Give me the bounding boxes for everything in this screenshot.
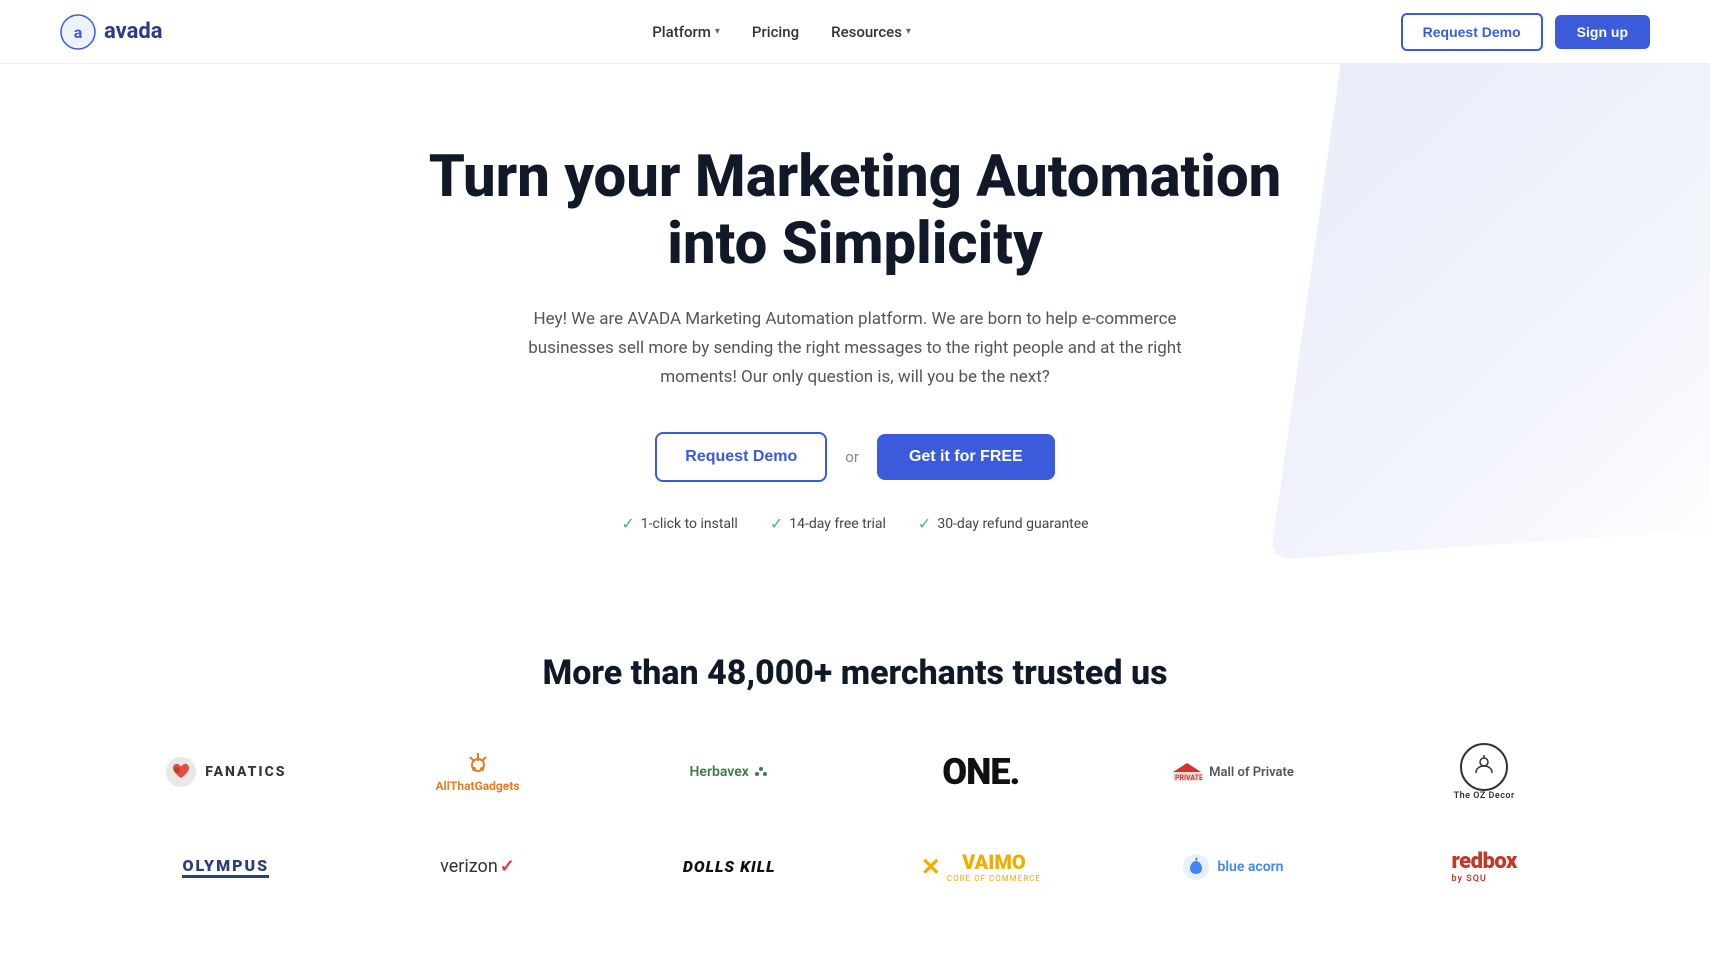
nav-signup-button[interactable]: Sign up — [1555, 15, 1650, 49]
platform-chevron-icon: ▾ — [715, 26, 720, 37]
ozdecor-circle-icon — [1460, 743, 1508, 791]
check-trial-icon: ✓ — [770, 514, 783, 533]
mall-label: Mall of Private — [1209, 765, 1294, 780]
fanatics-heart-icon — [165, 756, 197, 788]
logo[interactable]: a avada — [60, 14, 163, 50]
nav-resources[interactable]: Resources ▾ — [819, 15, 923, 49]
logo-ozdecor: The OZ Decor — [1358, 743, 1610, 801]
fanatics-label: FANATICS — [205, 764, 286, 780]
nav-links: Platform ▾ Pricing Resources ▾ — [640, 15, 923, 49]
badge-refund: ✓ 30-day refund guarantee — [918, 514, 1089, 533]
logo-verizon: verizon ✓ — [352, 856, 604, 877]
mall-icon: PRIVATE — [1171, 762, 1203, 782]
ozdecor-inner-icon — [1470, 753, 1498, 781]
hero-cta-group: Request Demo or Get it for FREE — [20, 432, 1690, 482]
hero-request-demo-button[interactable]: Request Demo — [655, 432, 827, 482]
verizon-label: verizon — [440, 856, 498, 877]
check-refund-icon: ✓ — [918, 514, 931, 533]
hero-get-free-button[interactable]: Get it for FREE — [877, 434, 1055, 480]
redbox-main-label: redbox — [1452, 849, 1517, 874]
logo-allthat: AllThatGadgets — [352, 751, 604, 793]
logo-redbox: redbox by SQU — [1358, 849, 1610, 884]
olympus-label: OLYMPUS — [182, 856, 269, 878]
hero-subtitle: Hey! We are AVADA Marketing Automation p… — [515, 305, 1195, 392]
hero-badges: ✓ 1-click to install ✓ 14-day free trial… — [20, 514, 1690, 533]
logo-olympus: OLYMPUS — [100, 856, 352, 878]
logo-vaimo: ✕ VAIMO CORE OF COMMERCE — [855, 850, 1107, 883]
svg-text:PRIVATE: PRIVATE — [1175, 774, 1203, 782]
check-install-icon: ✓ — [621, 514, 634, 533]
svg-text:a: a — [74, 23, 83, 42]
logo-text: avada — [104, 19, 163, 44]
hero-or-text: or — [845, 448, 859, 466]
badge-install: ✓ 1-click to install — [621, 514, 737, 533]
logo-dolls: DOLLS KILL — [603, 857, 855, 876]
allthat-icon — [464, 751, 492, 779]
navbar: a avada Platform ▾ Pricing Resources ▾ R… — [0, 0, 1710, 64]
verizon-checkmark-icon: ✓ — [500, 856, 515, 877]
logos-row-1: FANATICS AllThatGadgets Herbavex — [80, 743, 1630, 801]
dollskill-label: DOLLS KILL — [683, 857, 776, 876]
hero-heading: Turn your Marketing Automation into Simp… — [405, 144, 1305, 277]
one-label: ONE. — [942, 751, 1019, 793]
hero-section: Turn your Marketing Automation into Simp… — [0, 64, 1710, 593]
logo-herbavex: Herbavex — [603, 764, 855, 780]
nav-platform[interactable]: Platform ▾ — [640, 15, 732, 49]
resources-chevron-icon: ▾ — [906, 26, 911, 37]
logo-one: ONE. — [855, 751, 1107, 793]
logos-row-2: OLYMPUS verizon ✓ DOLLS KILL ✕ VAIMO COR… — [80, 849, 1630, 884]
logo-mall: PRIVATE Mall of Private — [1107, 762, 1359, 782]
vaimo-x-icon: ✕ — [921, 853, 941, 881]
logo-fanatics: FANATICS — [100, 756, 352, 788]
redbox-sub-label: by SQU — [1452, 874, 1487, 884]
nav-pricing[interactable]: Pricing — [740, 15, 811, 49]
avada-logo-icon: a — [60, 14, 96, 50]
ozdecor-label: The OZ Decor — [1454, 791, 1515, 801]
herbavex-dots-icon — [753, 764, 769, 780]
logo-blueacorn: blue acorn — [1107, 853, 1359, 881]
vaimo-sub-label: CORE OF COMMERCE — [947, 874, 1041, 883]
herbavex-label: Herbavex — [690, 764, 749, 780]
vaimo-main-label: VAIMO — [947, 850, 1041, 874]
nav-request-demo-button[interactable]: Request Demo — [1401, 13, 1543, 51]
allthat-label: AllThatGadgets — [436, 779, 520, 793]
blueacorn-label: blue acorn — [1218, 859, 1284, 875]
trusted-title: More than 48,000+ merchants trusted us — [80, 653, 1630, 693]
nav-actions: Request Demo Sign up — [1401, 13, 1650, 51]
blueacorn-icon — [1182, 853, 1210, 881]
hero-bg-decoration — [1270, 64, 1710, 560]
trusted-section: More than 48,000+ merchants trusted us F… — [0, 593, 1710, 972]
badge-trial: ✓ 14-day free trial — [770, 514, 886, 533]
